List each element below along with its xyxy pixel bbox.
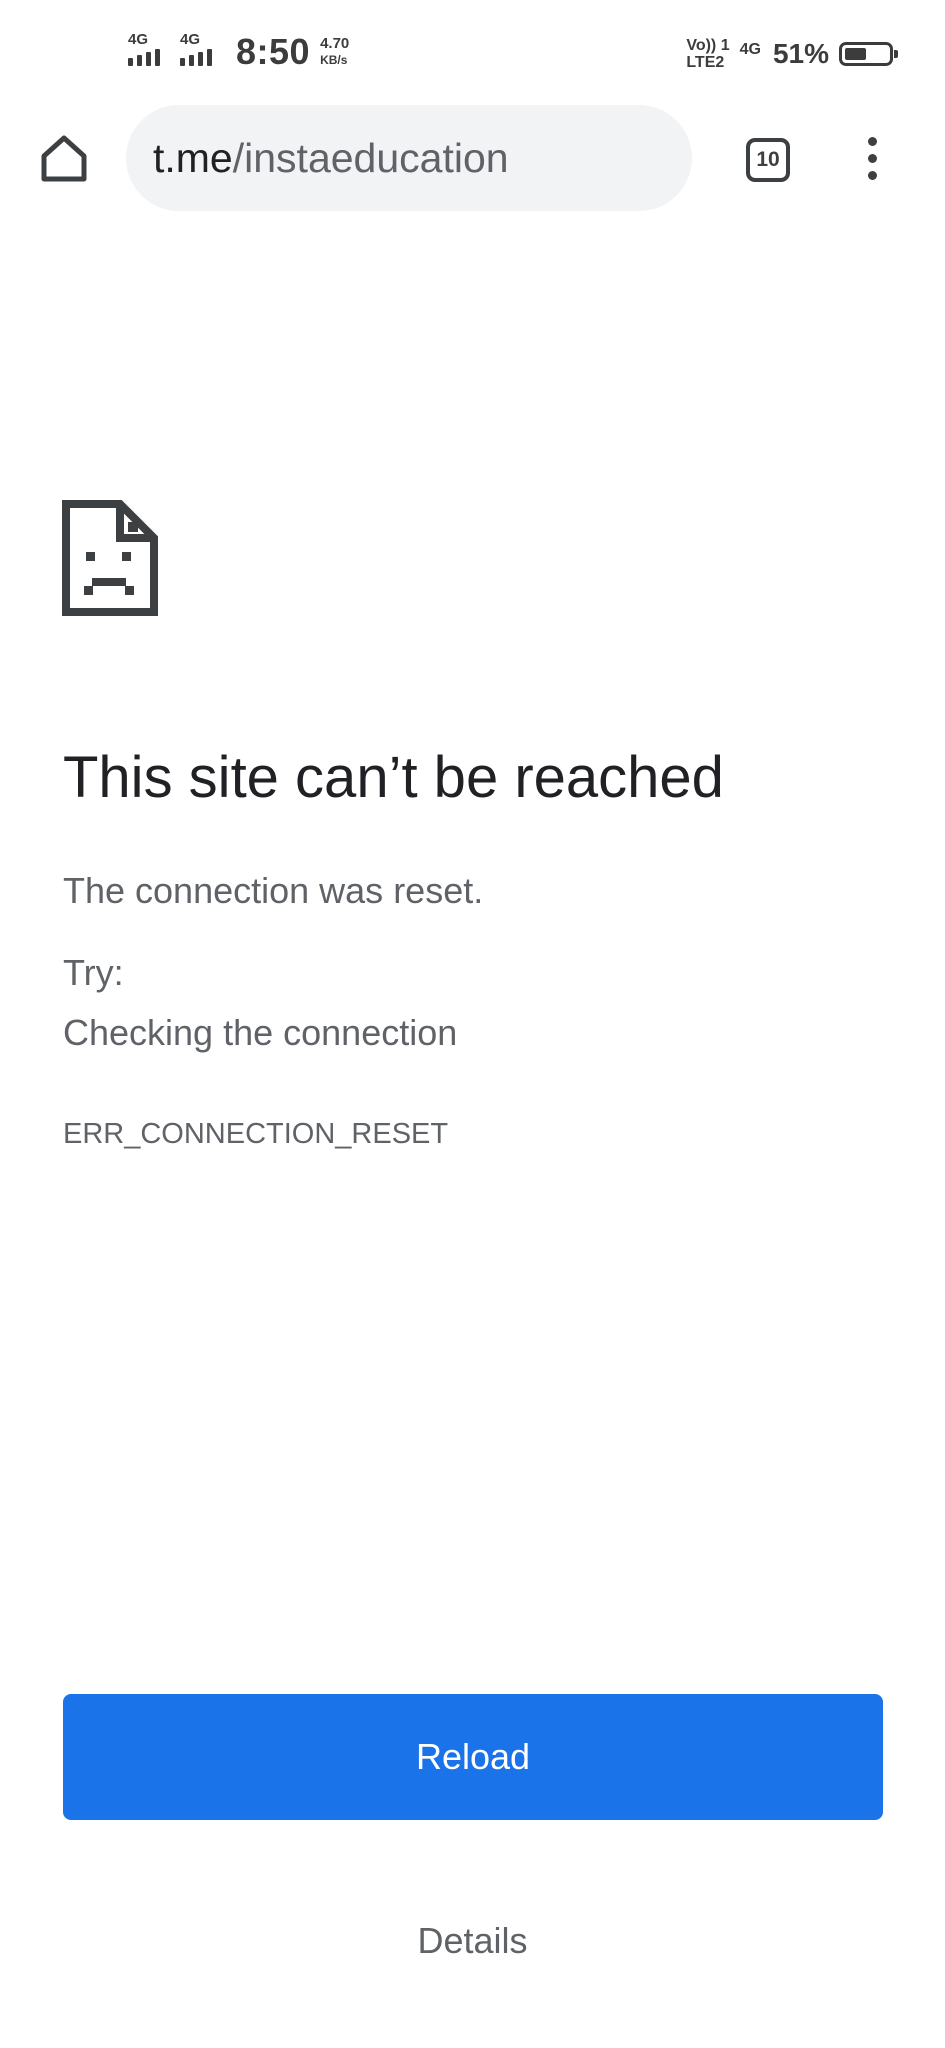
clock: 8:50 xyxy=(236,31,311,72)
status-bar-right: Vo)) 1 LTE2 4G 51% xyxy=(686,34,898,74)
network-speed-unit: KB/s xyxy=(320,53,348,67)
more-vert-icon[interactable] xyxy=(850,128,894,188)
sim2-network-label: 4G xyxy=(180,31,201,48)
error-title: This site can’t be reached xyxy=(63,745,724,810)
signal-bars-icon xyxy=(180,49,212,66)
tab-count-icon: 10 xyxy=(746,138,790,182)
tab-count: 10 xyxy=(756,148,780,171)
reload-button[interactable]: Reload xyxy=(63,1694,883,1820)
battery-percent: 51% xyxy=(772,38,829,69)
status-bar-left: 4G 4G 8:50 4.70 KB/s xyxy=(126,30,349,74)
browser-toolbar: t.me/instaeducation 10 xyxy=(0,100,945,220)
home-icon xyxy=(41,135,87,182)
battery-fill xyxy=(845,48,866,60)
url-path: /instaeducation xyxy=(232,134,509,181)
volte-top-label: Vo)) 1 xyxy=(686,37,730,54)
error-description: The connection was reset. xyxy=(63,870,484,911)
try-label: Try: xyxy=(63,952,124,993)
home-button[interactable] xyxy=(36,130,92,186)
error-code: ERR_CONNECTION_RESET xyxy=(63,1118,449,1150)
volte-bottom-label: LTE2 xyxy=(686,54,725,71)
sad-page-icon xyxy=(62,500,158,616)
battery-icon xyxy=(839,42,898,66)
status-bar: 4G 4G 8:50 4.70 KB/s Vo)) 1 LTE2 4G 51% xyxy=(0,0,945,100)
signal-bars-icon xyxy=(128,49,160,66)
sim1-network-label: 4G xyxy=(128,31,149,48)
volte-icon: Vo)) 1 LTE2 xyxy=(686,37,729,71)
url-host: t.me xyxy=(153,134,233,181)
tab-switcher-button[interactable]: 10 xyxy=(740,132,796,188)
sim2-signal-icon: 4G xyxy=(178,32,222,72)
network-speed: 4.70 KB/s xyxy=(320,36,349,68)
sim1-signal-icon: 4G xyxy=(126,32,170,72)
suggestion-item: Checking the connection xyxy=(63,1012,458,1053)
network-speed-value: 4.70 xyxy=(320,35,350,52)
mobile-data-icon: 4G xyxy=(739,41,761,58)
address-bar[interactable]: t.me/instaeducation xyxy=(126,105,692,211)
details-button[interactable]: Details xyxy=(360,1906,585,1976)
